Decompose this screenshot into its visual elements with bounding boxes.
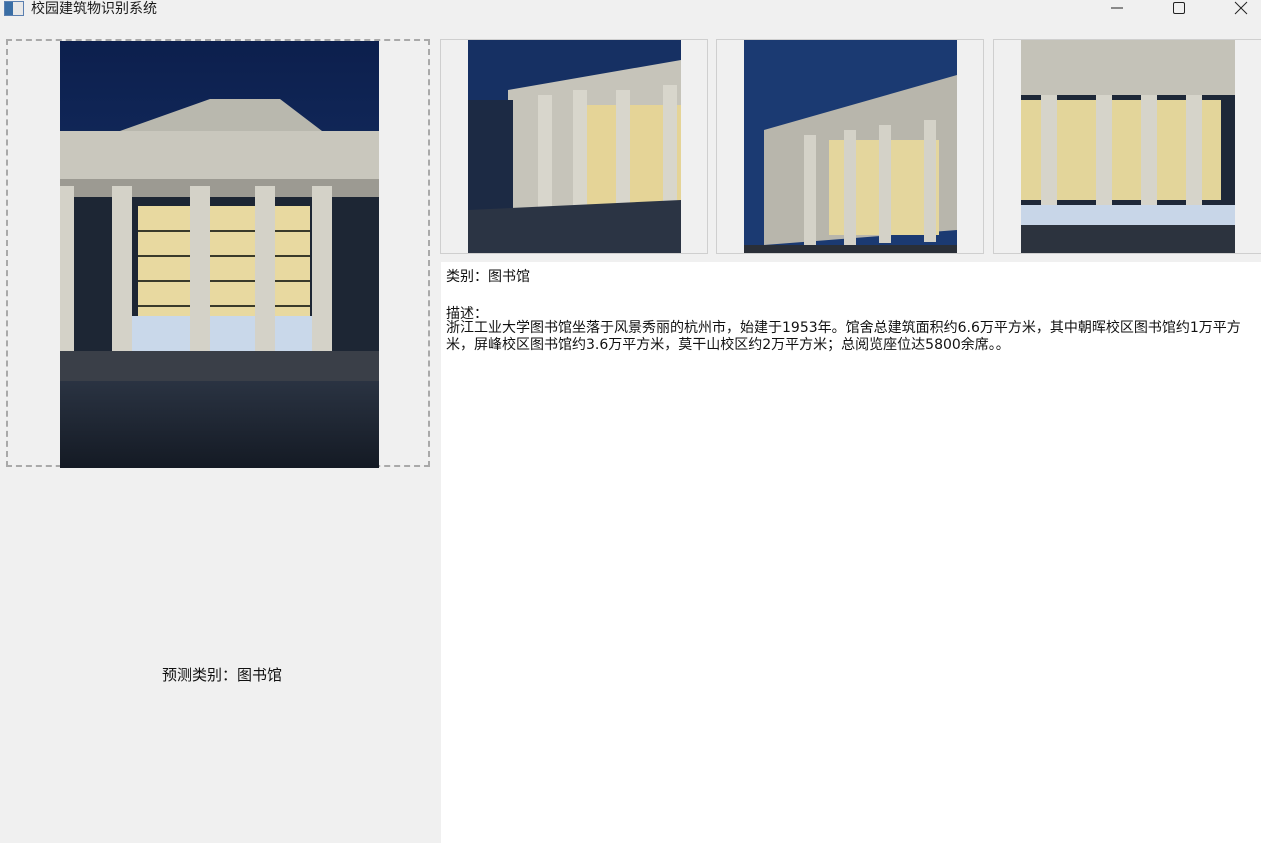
thumbnail-photo-1 — [468, 40, 681, 253]
maximize-button[interactable] — [1156, 0, 1202, 16]
thumbnail-photo-3 — [1021, 40, 1235, 253]
title-bar: 校园建筑物识别系统 — [0, 0, 1261, 30]
minimize-icon — [1111, 7, 1123, 9]
prediction-label: 预测类别：图书馆 — [161, 666, 282, 684]
window-title: 校园建筑物识别系统 — [31, 1, 157, 17]
close-icon — [1234, 1, 1248, 15]
close-button[interactable] — [1218, 0, 1261, 16]
main-building-photo — [60, 41, 379, 468]
description-text: 浙江工业大学图书馆坐落于风景秀丽的杭州市，始建于1953年。馆舍总建筑面积约6.… — [446, 320, 1241, 353]
app-icon — [4, 1, 24, 16]
category-text: 类别：图书馆 — [446, 269, 530, 285]
maximize-icon — [1173, 2, 1185, 14]
minimize-button[interactable] — [1094, 0, 1140, 16]
thumbnail-photo-2 — [744, 40, 957, 253]
